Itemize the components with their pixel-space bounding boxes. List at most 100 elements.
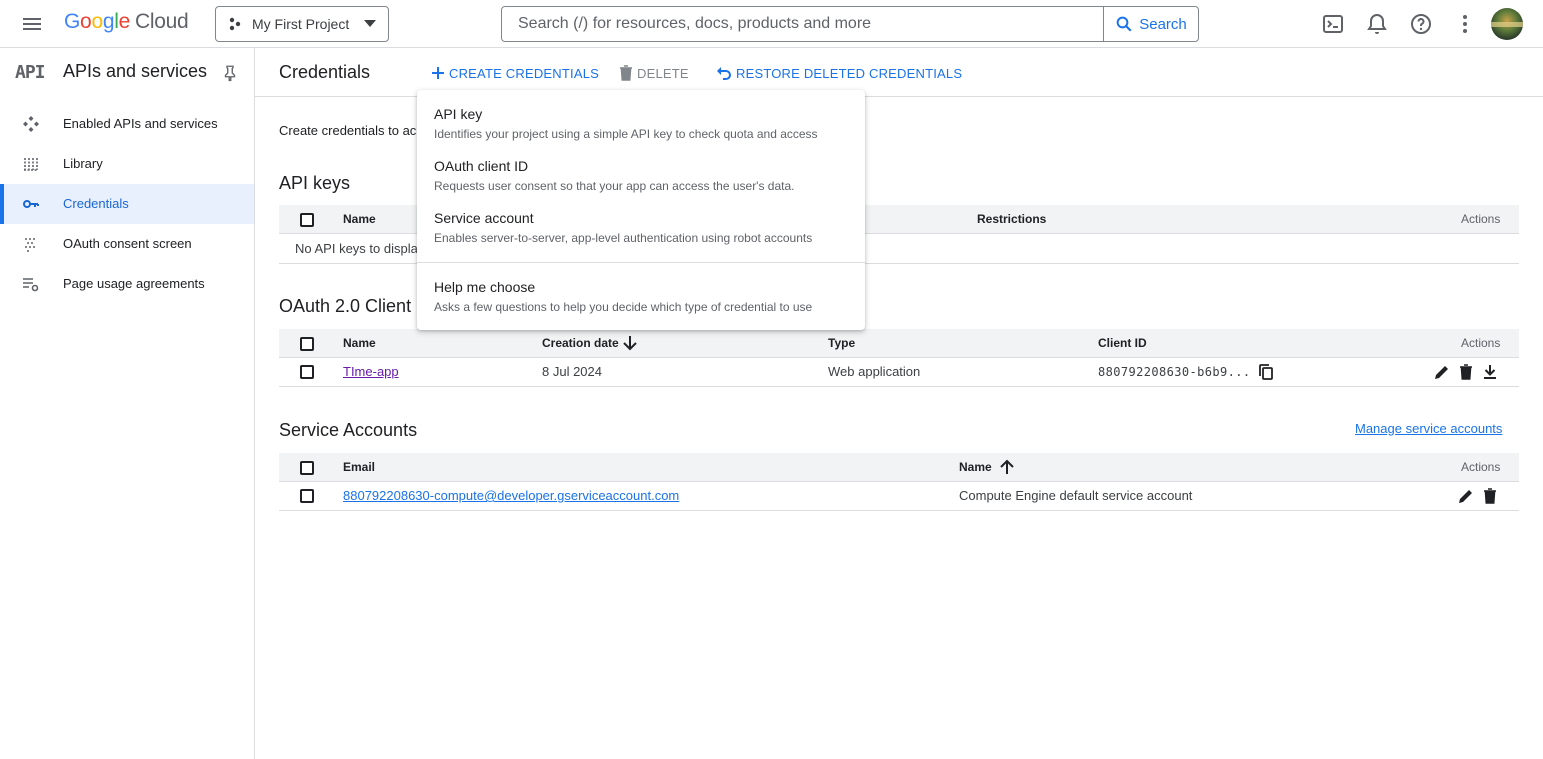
column-email[interactable]: Email: [343, 460, 375, 474]
delete-icon[interactable]: [1457, 363, 1475, 381]
column-name[interactable]: Name: [343, 336, 376, 350]
row-checkbox[interactable]: [300, 365, 314, 379]
column-actions: Actions: [1461, 212, 1501, 226]
menu-item-description: Identifies your project using a simple A…: [434, 127, 818, 141]
top-bar: Google Cloud My First Project Search: [0, 0, 1543, 48]
enabled-apis-icon: [23, 116, 39, 132]
column-actions: Actions: [1461, 460, 1501, 474]
notifications-icon[interactable]: [1365, 12, 1389, 36]
library-icon: [24, 158, 38, 171]
menu-item-description: Asks a few questions to help you decide …: [434, 300, 813, 314]
search-bar: Search: [501, 6, 1199, 42]
menu-item-title: OAuth client ID: [434, 158, 529, 174]
logo-letter: o: [80, 10, 92, 33]
plus-icon: [432, 67, 444, 79]
empty-message: No API keys to displa: [295, 241, 418, 256]
sidebar-item-library[interactable]: Library: [0, 144, 254, 184]
api-logo-icon: API: [15, 62, 45, 83]
avatar[interactable]: [1491, 8, 1523, 40]
create-credentials-menu: API key Identifies your project using a …: [417, 90, 865, 330]
sidebar-item-label: OAuth consent screen: [63, 236, 192, 251]
column-restrictions: Restrictions: [977, 212, 1047, 226]
client-type: Web application: [828, 364, 921, 379]
delete-icon[interactable]: [1481, 487, 1499, 505]
sidebar-item-oauth-consent[interactable]: OAuth consent screen: [0, 224, 254, 264]
sidebar: API APIs and services Enabled APIs and s…: [0, 48, 255, 759]
menu-item-title: Help me choose: [434, 279, 536, 295]
download-icon[interactable]: [1481, 363, 1499, 381]
logo-letter: e: [118, 10, 131, 33]
create-credentials-label: CREATE CREDENTIALS: [449, 65, 599, 81]
sidebar-item-label: Library: [63, 156, 103, 171]
menu-item-help-me-choose[interactable]: Help me choose Asks a few questions to h…: [417, 263, 865, 315]
consent-icon: [25, 238, 35, 252]
menu-item-description: Requests user consent so that your app c…: [434, 179, 795, 193]
sidebar-item-label: Enabled APIs and services: [63, 116, 218, 131]
edit-icon[interactable]: [1433, 363, 1451, 381]
column-actions: Actions: [1461, 336, 1501, 350]
table-row: 880792208630-compute@developer.gservicea…: [279, 481, 1519, 511]
google-cloud-logo[interactable]: Google Cloud: [64, 10, 189, 34]
column-type[interactable]: Type: [828, 336, 855, 350]
select-all-checkbox[interactable]: [300, 461, 314, 475]
service-account-name: Compute Engine default service account: [959, 488, 1193, 503]
cloud-shell-icon[interactable]: [1321, 12, 1345, 36]
restore-deleted-label: RESTORE DELETED CREDENTIALS: [736, 65, 963, 81]
menu-item-api-key[interactable]: API key Identifies your project using a …: [417, 90, 865, 142]
service-accounts-table-header: Email Name Actions: [279, 453, 1519, 482]
menu-item-title: Service account: [434, 210, 534, 226]
copy-icon[interactable]: [1257, 363, 1275, 381]
arrow-up-icon[interactable]: [1000, 459, 1014, 475]
help-icon[interactable]: [1409, 12, 1433, 36]
edit-icon[interactable]: [1457, 487, 1475, 505]
pin-icon[interactable]: [221, 64, 239, 82]
column-name[interactable]: Name: [959, 460, 992, 474]
oauth-title: OAuth 2.0 Client I: [279, 296, 422, 316]
logo-letter: G: [64, 10, 81, 33]
sidebar-item-page-usage[interactable]: Page usage agreements: [0, 264, 254, 304]
delete-button[interactable]: DELETE: [619, 63, 689, 83]
restore-deleted-button[interactable]: RESTORE DELETED CREDENTIALS: [716, 63, 962, 83]
search-icon: [1116, 16, 1132, 32]
sidebar-item-label: Page usage agreements: [63, 276, 205, 291]
intro-text: Create credentials to ac: [279, 123, 417, 138]
column-name[interactable]: Name: [343, 212, 376, 226]
api-keys-title: API keys: [279, 173, 351, 193]
row-checkbox[interactable]: [300, 489, 314, 503]
settings-list-icon: [23, 278, 39, 292]
create-credentials-button[interactable]: CREATE CREDENTIALS: [431, 63, 599, 83]
sidebar-item-credentials[interactable]: Credentials: [0, 184, 254, 224]
logo-product: Cloud: [134, 10, 189, 33]
sidebar-header: API APIs and services: [0, 48, 254, 96]
arrow-down-icon[interactable]: [623, 335, 637, 351]
sidebar-item-enabled-apis[interactable]: Enabled APIs and services: [0, 104, 254, 144]
manage-service-accounts-link[interactable]: Manage service accounts: [1355, 421, 1502, 436]
logo-letter: g: [102, 10, 115, 33]
search-button[interactable]: Search: [1103, 7, 1198, 41]
delete-label: DELETE: [637, 65, 689, 81]
service-account-email-link[interactable]: 880792208630-compute@developer.gservicea…: [343, 488, 679, 503]
menu-item-oauth-client-id[interactable]: OAuth client ID Requests user consent so…: [417, 142, 865, 194]
creation-date: 8 Jul 2024: [542, 364, 602, 379]
table-row: TIme-app 8 Jul 2024 Web application 8807…: [279, 357, 1519, 387]
menu-item-title: API key: [434, 106, 483, 122]
client-name-link[interactable]: TIme-app: [343, 364, 399, 379]
sidebar-title: APIs and services: [63, 61, 208, 81]
menu-item-service-account[interactable]: Service account Enables server-to-server…: [417, 194, 865, 246]
project-picker[interactable]: My First Project: [215, 6, 389, 42]
menu-item-description: Enables server-to-server, app-level auth…: [434, 231, 813, 245]
client-id: 880792208630-b6b9...: [1098, 365, 1251, 379]
column-client-id[interactable]: Client ID: [1098, 336, 1147, 350]
project-icon: [229, 17, 241, 31]
search-button-label: Search: [1139, 15, 1187, 33]
more-options-icon[interactable]: [1453, 12, 1477, 36]
search-input[interactable]: [502, 7, 1103, 41]
oauth-table-header: Name Creation date Type Client ID Action…: [279, 329, 1519, 358]
column-creation-date[interactable]: Creation date: [542, 336, 619, 350]
undo-icon: [717, 67, 731, 80]
main-menu-icon[interactable]: [20, 12, 44, 36]
select-all-checkbox[interactable]: [300, 213, 314, 227]
service-accounts-title: Service Accounts: [279, 420, 418, 440]
page-title: Credentials: [279, 62, 371, 82]
select-all-checkbox[interactable]: [300, 337, 314, 351]
